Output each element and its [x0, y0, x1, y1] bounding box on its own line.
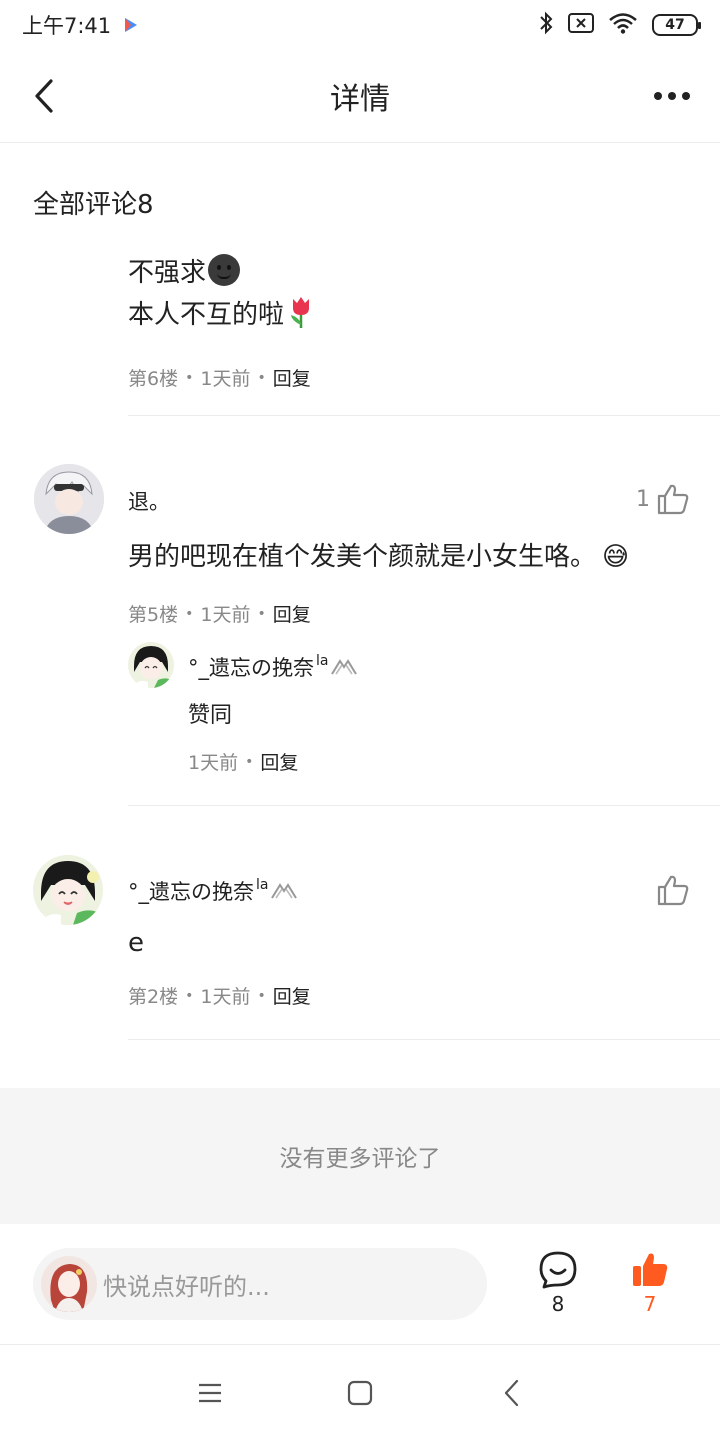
comment-username[interactable]: °_遗忘の挽奈 la [128, 876, 298, 906]
reply-link[interactable]: 回复 [273, 600, 311, 627]
comment-text: e [128, 928, 144, 958]
divider [128, 805, 720, 806]
floor-label: 第2楼 [128, 986, 179, 1008]
comment-time: 1天前 [200, 368, 251, 390]
tulip-emoji [286, 295, 316, 342]
back-arrow-icon [35, 79, 53, 113]
reply-meta: 1天前 • 回复 [188, 748, 298, 775]
floor-label: 第5楼 [128, 604, 179, 626]
like-button[interactable]: 1 [636, 482, 690, 516]
header: 详情 [0, 50, 720, 143]
vip-clip-icon [331, 659, 358, 675]
comment-text: 男的吧现在植个发美个颜就是小女生咯。 😅 [128, 542, 630, 572]
comment-floor-6: 不强求 本人不互的啦 第6楼 • 1天前 • 回复 [128, 252, 688, 391]
comment-text-line2: 本人不互的啦 [128, 300, 285, 330]
back-button[interactable] [24, 74, 64, 118]
user-badge-sup: la [256, 877, 269, 893]
sweat-smile-emoji: 😅 [602, 542, 630, 572]
like-button[interactable] [656, 873, 690, 907]
bottom-bar: 快说点好听的... 8 7 [0, 1224, 720, 1345]
thumb-up-icon [657, 875, 689, 906]
nav-back-button[interactable] [492, 1373, 532, 1413]
page-title: 详情 [330, 82, 390, 117]
reply-link[interactable]: 回复 [260, 748, 298, 775]
no-more-comments: 没有更多评论了 [0, 1088, 720, 1224]
home-button[interactable] [340, 1373, 380, 1413]
comment-count-button[interactable]: 8 [528, 1250, 588, 1316]
comment-text-line1: 不强求 [128, 258, 207, 288]
my-avatar [41, 1256, 97, 1312]
more-dots-icon [654, 92, 662, 100]
play-store-icon [125, 13, 138, 37]
like-count-button[interactable]: 7 [620, 1250, 680, 1316]
floor-label: 第6楼 [128, 368, 179, 390]
avatar[interactable] [128, 642, 174, 688]
user-badge-sup: la [316, 653, 329, 669]
comment-time: 1天前 [200, 604, 251, 626]
reply-username[interactable]: °_遗忘の挽奈 la [188, 652, 358, 682]
menu-icon [199, 1383, 221, 1403]
thumb-up-filled-icon [633, 1253, 668, 1286]
menu-button[interactable] [190, 1373, 230, 1413]
avatar[interactable] [33, 855, 103, 925]
avatar[interactable] [34, 464, 104, 534]
divider [128, 1039, 720, 1040]
nav-back-icon [504, 1379, 519, 1407]
reply-link[interactable]: 回复 [273, 982, 311, 1009]
all-comments-title: 全部评论8 [33, 190, 154, 220]
comment-meta: 第5楼 • 1天前 • 回复 [128, 600, 311, 627]
reply-link[interactable]: 回复 [273, 364, 311, 391]
system-nav-bar [0, 1345, 720, 1440]
comment-input[interactable]: 快说点好听的... [33, 1248, 487, 1320]
comment-input-placeholder: 快说点好听的... [103, 1272, 270, 1301]
comment-username[interactable]: 退。 [128, 486, 170, 516]
reply-text: 赞同 [188, 703, 233, 728]
bluetooth-icon [538, 11, 554, 40]
comment-bubble-icon [539, 1251, 577, 1289]
wifi-icon [608, 12, 638, 39]
like-count: 7 [643, 1292, 657, 1316]
divider [128, 415, 720, 416]
reply-time: 1天前 [188, 752, 239, 774]
no-sim-icon [568, 12, 594, 38]
comment-time: 1天前 [200, 986, 251, 1008]
comment-count: 8 [551, 1292, 565, 1316]
home-square-icon [347, 1380, 373, 1406]
status-bar: 上午7:41 47 [0, 0, 720, 50]
comment-meta: 第6楼 • 1天前 • 回复 [128, 364, 688, 391]
vip-clip-icon [271, 883, 298, 899]
moon-face-emoji [208, 254, 241, 286]
battery-indicator: 47 [652, 14, 701, 36]
thumb-up-icon [657, 484, 689, 515]
like-count: 1 [636, 486, 650, 512]
comment-meta: 第2楼 • 1天前 • 回复 [128, 982, 311, 1009]
more-button[interactable] [648, 78, 696, 114]
status-time: 上午7:41 [22, 14, 112, 38]
